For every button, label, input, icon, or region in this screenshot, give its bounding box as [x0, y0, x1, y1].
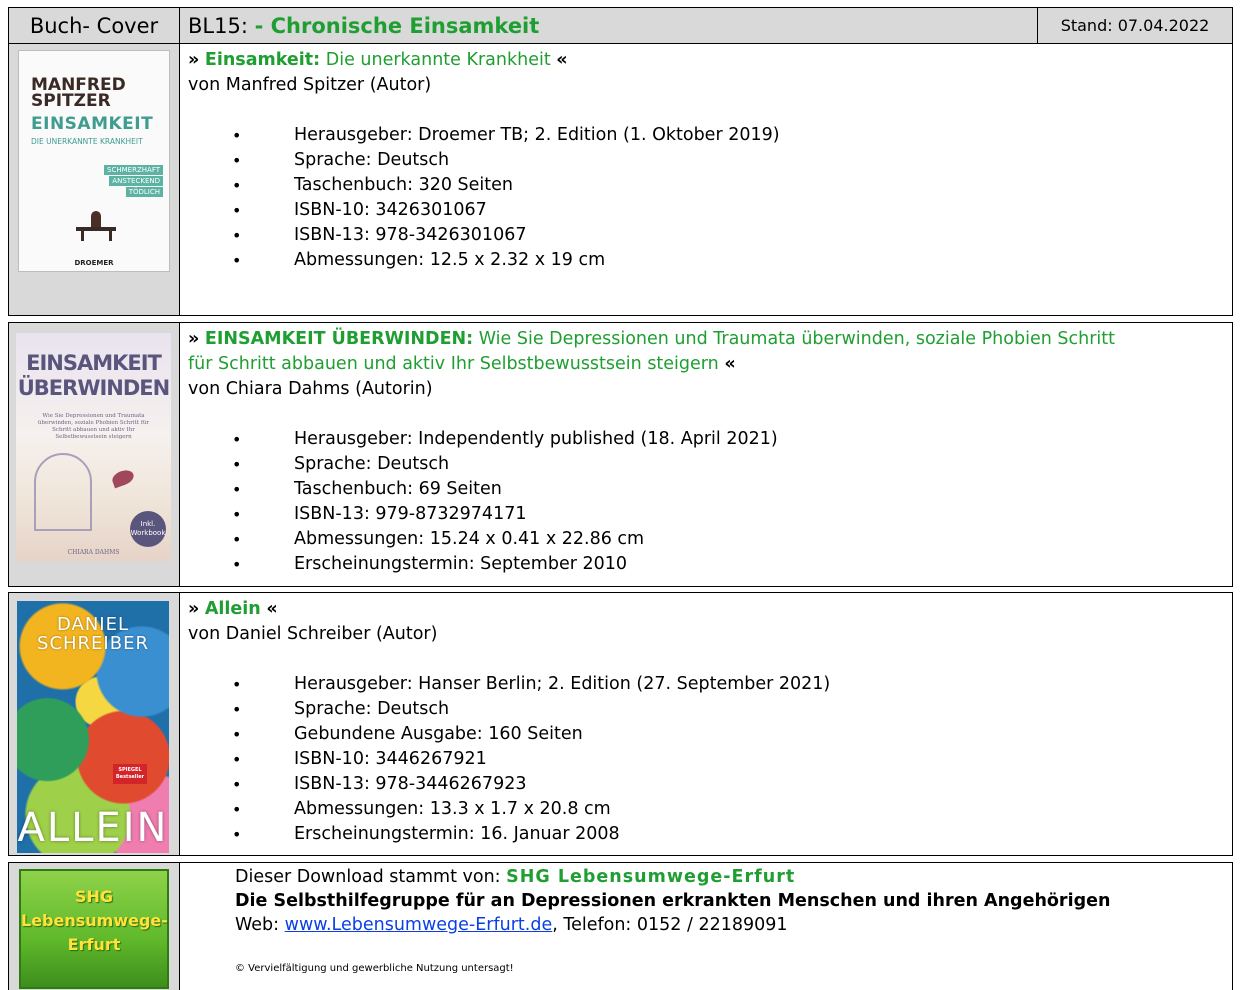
fact-item: Abmessungen: 13.3 x 1.7 x 20.8 cm [232, 797, 1224, 822]
footer-download-line: Dieser Download stammt von: SHG Lebensum… [235, 865, 795, 889]
header-topic: - Chronische Einsamkeit [254, 13, 540, 38]
shg-logo: SHG Lebensumwege- Erfurt [19, 869, 169, 989]
book-2-cover-cell: EINSAMKEIT ÜBERWINDEN Wie Sie Depression… [8, 322, 180, 587]
book-3-cover-cell: DANIEL SCHREIBER SPIEGEL Bestseller ALLE… [8, 592, 180, 856]
header-code: BL15: [188, 13, 248, 38]
book-2-title-line-2: für Schritt abbauen und aktiv Ihr Selbst… [188, 352, 1224, 377]
bench-leg [109, 231, 112, 241]
book-2-author: von Chiara Dahms (Autorin) [188, 379, 433, 399]
header-stand-text: Stand: 07.04.2022 [1060, 16, 1210, 35]
bench-leg [81, 231, 84, 241]
book-1-cover-tag: TÖDLICH [125, 187, 163, 197]
book-3-title: Allein [204, 599, 261, 619]
fact-item: ISBN-10: 3426301067 [232, 198, 1224, 223]
book-3-title-line: » Allein « [188, 597, 1224, 622]
book-1-author: von Manfred Spitzer (Autor) [188, 75, 432, 95]
fact-item: Taschenbuch: 320 Seiten [232, 173, 1224, 198]
book-3-cover-author-line2: SCHREIBER [37, 633, 149, 654]
book-1-cover-cell: MANFRED SPITZER EINSAMKEIT DIE UNERKANNT… [8, 43, 180, 316]
header-cover-label: Buch- Cover [8, 7, 180, 44]
book-3-cover-author-line1: DANIEL [56, 614, 130, 635]
footer-shg-name: SHG Lebensumwege-Erfurt [506, 867, 796, 887]
footer-web-link[interactable]: www.Lebensumwege-Erfurt.de [285, 915, 553, 935]
quote-close: « [266, 599, 278, 619]
book-3-cover-author: DANIEL SCHREIBER [17, 615, 169, 653]
book-2-subtitle-2: für Schritt abbauen und aktiv Ihr Selbst… [188, 354, 719, 374]
book-2-cover-badge: Inkl. Workbook [130, 511, 166, 547]
bird-illustration [110, 467, 136, 489]
fact-item: ISBN-13: 979-8732974171 [232, 502, 1224, 527]
book-1-subtitle: Die unerkannte Krankheit [325, 50, 551, 70]
book-2-details: » EINSAMKEIT ÜBERWINDEN: Wie Sie Depress… [179, 322, 1233, 587]
fact-item: Sprache: Deutsch [232, 697, 1224, 722]
logo-line: Lebensumwege- [21, 911, 168, 930]
book-3-author: von Daniel Schreiber (Autor) [188, 624, 438, 644]
book-3-details: » Allein « von Daniel Schreiber (Autor) … [179, 592, 1233, 856]
document-page: Buch- Cover BL15: - Chronische Einsamkei… [0, 0, 1241, 990]
footer-tagline: Die Selbsthilfegruppe für an Depressione… [235, 891, 1111, 911]
book-1-title-line: » Einsamkeit: Die unerkannte Krankheit « [188, 48, 1224, 73]
footer-logo-cell: SHG Lebensumwege- Erfurt [8, 862, 180, 990]
birdcage-illustration [34, 453, 92, 531]
quote-close: « [724, 354, 736, 374]
book-2-title-line: » EINSAMKEIT ÜBERWINDEN: Wie Sie Depress… [188, 327, 1224, 352]
fact-item: ISBN-13: 978-3446267923 [232, 772, 1224, 797]
header-stand: Stand: 07.04.2022 [1037, 7, 1233, 44]
book-2-cover-author: CHIARA DAHMS [67, 549, 120, 556]
book-1-cover-author: MANFRED SPITZER [31, 75, 126, 111]
book-2-subtitle-1: Wie Sie Depressionen und Traumata überwi… [478, 329, 1115, 349]
footer-phone: , Telefon: 0152 / 22189091 [552, 915, 788, 935]
book-2-cover-image: EINSAMKEIT ÜBERWINDEN Wie Sie Depression… [16, 333, 171, 561]
fact-item: ISBN-10: 3446267921 [232, 747, 1224, 772]
quote-open: » [188, 599, 200, 619]
footer-text-cell: Dieser Download stammt von: SHG Lebensum… [179, 862, 1233, 990]
header-title: BL15: - Chronische Einsamkeit [179, 7, 1038, 44]
logo-line: SHG [74, 887, 114, 906]
book-1-title: Einsamkeit: [204, 50, 321, 70]
fact-item: Sprache: Deutsch [232, 148, 1224, 173]
book-1-cover-subtitle: DIE UNERKANNTE KRANKHEIT [31, 137, 143, 146]
quote-open: » [188, 50, 200, 70]
book-3-cover-image: DANIEL SCHREIBER SPIEGEL Bestseller ALLE… [17, 601, 169, 853]
book-3-facts: Herausgeber: Hanser Berlin; 2. Edition (… [232, 672, 1224, 847]
book-1-details: » Einsamkeit: Die unerkannte Krankheit «… [179, 43, 1233, 316]
fact-item: Herausgeber: Independently published (18… [232, 427, 1224, 452]
book-1-cover-image: MANFRED SPITZER EINSAMKEIT DIE UNERKANNT… [18, 50, 170, 272]
fact-item: Herausgeber: Droemer TB; 2. Edition (1. … [232, 123, 1224, 148]
bestseller-sticker: SPIEGEL Bestseller [113, 764, 147, 784]
book-2-title: EINSAMKEIT ÜBERWINDEN: [204, 329, 474, 349]
fact-item: Erscheinungstermin: 16. Januar 2008 [232, 822, 1224, 847]
logo-line: Erfurt [67, 935, 121, 954]
footer-copyright: © Vervielfältigung und gewerbliche Nutzu… [235, 963, 514, 974]
fact-item: Taschenbuch: 69 Seiten [232, 477, 1224, 502]
book-2-cover-blurb: Wie Sie Depressionen und Traumata überwi… [37, 413, 150, 440]
book-2-cover-title-line2: ÜBERWINDEN [17, 376, 170, 400]
fact-item: Herausgeber: Hanser Berlin; 2. Edition (… [232, 672, 1224, 697]
book-1-cover-tag: ANSTECKEND [109, 176, 163, 186]
fact-item: Sprache: Deutsch [232, 452, 1224, 477]
fact-item: Erscheinungstermin: September 2010 [232, 552, 1224, 577]
fact-item: Abmessungen: 15.24 x 0.41 x 22.86 cm [232, 527, 1224, 552]
book-2-cover-title-line1: EINSAMKEIT [26, 351, 162, 375]
fact-item: Abmessungen: 12.5 x 2.32 x 19 cm [232, 248, 1224, 273]
book-1-cover-title: EINSAMKEIT [31, 114, 154, 134]
footer-contact-line: Web: www.Lebensumwege-Erfurt.de, Telefon… [235, 913, 788, 937]
footer-download-text: Dieser Download stammt von: [235, 867, 501, 887]
book-1-cover-tag: SCHMERZHAFT [104, 165, 163, 175]
header-cover-text: Buch- Cover [29, 13, 159, 38]
book-1-facts: Herausgeber: Droemer TB; 2. Edition (1. … [232, 123, 1224, 273]
book-3-cover-title: ALLEIN [17, 805, 169, 851]
book-2-facts: Herausgeber: Independently published (18… [232, 427, 1224, 577]
footer-web-label: Web: [235, 915, 280, 935]
book-1-cover-publisher: DROEMER [74, 259, 114, 267]
quote-open: » [188, 329, 200, 349]
quote-close: « [556, 50, 568, 70]
book-2-cover-title: EINSAMKEIT ÜBERWINDEN [16, 351, 171, 401]
fact-item: ISBN-13: 978-3426301067 [232, 223, 1224, 248]
fact-item: Gebundene Ausgabe: 160 Seiten [232, 722, 1224, 747]
